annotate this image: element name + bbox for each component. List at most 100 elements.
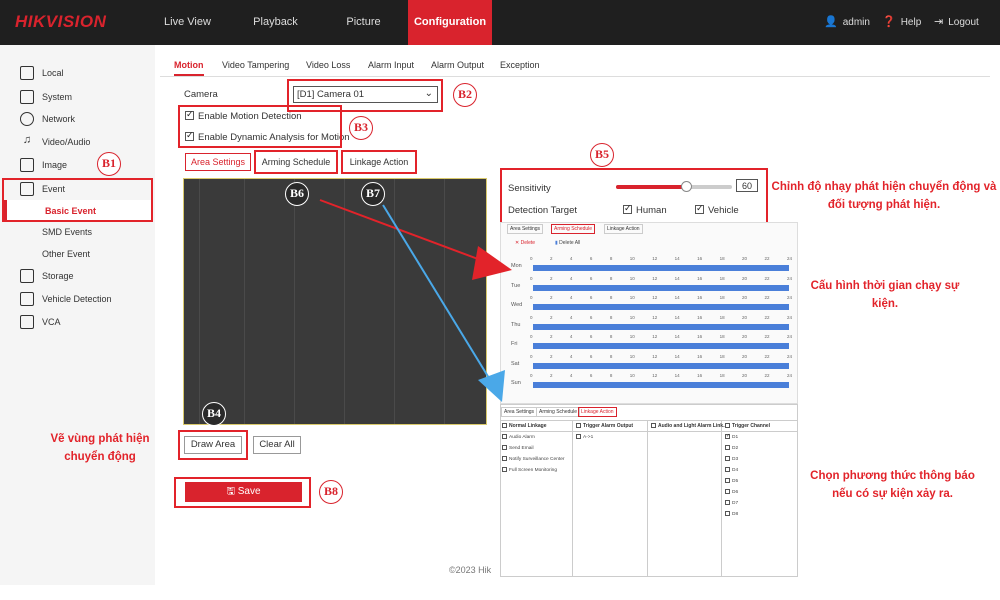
hour-tick: 2 [549,314,553,320]
hour-tick: 0 [530,314,533,320]
badge-b6: B6 [285,182,309,206]
sidebar-item-storage[interactable]: Storage [0,265,155,287]
nav-configuration[interactable]: Configuration [408,0,492,45]
sidebar-label: Local [42,68,64,78]
system-icon [20,90,34,104]
help-link[interactable]: ❓ Help [882,0,921,45]
vehicle-checkbox[interactable]: Vehicle [695,203,739,216]
tab-alarm-output[interactable]: Alarm Output [431,60,484,76]
mini-tab-area[interactable]: Area Settings [507,224,544,234]
sensitivity-slider[interactable] [616,181,732,192]
sidebar-item-vehicle-detection[interactable]: Vehicle Detection [0,288,155,310]
sidebar-item-vca[interactable]: VCA [0,311,155,333]
mini-tab-linkage[interactable]: Linkage Action [604,224,643,234]
trigger-channel-item[interactable]: D4 [725,467,738,473]
linkage-alarm-output-a1[interactable]: A->1 [576,434,593,440]
schedule-bar-thu[interactable] [533,323,789,330]
schedule-bar-fri[interactable] [533,343,789,349]
hour-tick: 14 [674,314,680,320]
tab-motion[interactable]: Motion [174,60,204,76]
trigger-channel-item[interactable]: D5 [725,478,738,484]
mini-tab-area-2[interactable]: Area Settings [501,407,538,417]
sidebar-item-system[interactable]: System [0,86,155,108]
sidebar-item-video-audio[interactable]: ♫ Video/Audio [0,131,155,153]
schedule-bar-sat[interactable] [533,362,789,369]
highlight-b1 [2,178,153,222]
trigger-channel-item[interactable]: D3 [725,456,738,462]
trigger-channel-item[interactable]: D6 [725,489,738,495]
hour-tick: 16 [697,314,703,320]
day-label: Fri [511,341,518,347]
day-label: Tue [511,282,521,289]
sidebar-item-other-event[interactable]: Other Event [0,243,155,265]
mini-tab-arming-2[interactable]: Arming Schedule [536,407,581,417]
user-menu[interactable]: 👤 admin [824,0,870,45]
badge-b1: B1 [97,152,121,176]
sensitivity-label: Sensitivity [508,183,551,194]
day-label: Mon [511,263,522,269]
linkage-audio-alarm[interactable]: Audio Alarm [502,434,535,440]
hour-tick: 4 [569,295,573,300]
mini-tab-arming[interactable]: Arming Schedule [551,224,596,234]
hour-ticks: 0 2 4 6 8 10 12 14 16 18 20 22 24 [530,354,792,359]
trash-icon: ▮ [555,240,558,246]
tab-area-settings[interactable]: Area Settings [185,153,251,171]
trigger-channel-item[interactable]: D2 [725,445,738,451]
annotation-b4: Vẽ vùng phát hiện chuyển động [50,433,150,463]
badge-b7: B7 [361,182,385,206]
hour-tick: 10 [629,353,635,359]
human-checkbox[interactable]: Human [623,203,667,216]
hour-tick: 4 [569,256,573,261]
sensitivity-knob[interactable] [680,181,692,192]
trigger-channel-item[interactable]: D7 [725,500,738,506]
schedule-bar-tue[interactable] [533,284,789,291]
vca-icon [20,315,34,329]
linkage-send-email[interactable]: Send Email [502,445,534,451]
delete-all-button[interactable]: ▮ Delete All [555,240,580,246]
schedule-bar-mon[interactable] [533,265,789,271]
trigger-channel-item[interactable]: D1 [725,433,738,440]
linkage-item-label: Audio Alarm [509,435,535,440]
sidebar-item-local[interactable]: Local [0,62,155,84]
logout-icon: ⇥ [934,16,944,28]
sensitivity-value[interactable]: 60 [736,179,758,192]
nav-live-view[interactable]: Live View [150,0,225,45]
hour-tick: 4 [569,353,573,359]
hour-tick: 16 [697,256,703,261]
checkbox-checked-icon [623,203,632,214]
hour-tick: 0 [530,256,533,261]
logout-link[interactable]: ⇥ Logout [934,0,979,45]
schedule-bar-sun[interactable] [533,382,789,388]
channel-label: D7 [732,501,739,506]
hour-ticks: 0 2 4 6 8 10 12 14 16 18 20 22 24 [530,373,792,378]
delete-button[interactable]: ✕ Delete [515,240,535,246]
checkbox-icon [502,456,507,461]
sidebar-item-network[interactable]: Network [0,108,155,130]
storage-icon [20,269,34,283]
tab-arming-schedule[interactable]: Arming Schedule [254,150,338,174]
hour-ticks: 0 2 4 6 8 10 12 14 16 18 20 22 24 [530,256,792,261]
checkbox-icon [725,445,730,450]
hour-tick: 0 [530,373,533,378]
tab-exception[interactable]: Exception [500,60,540,76]
schedule-bar-wed[interactable] [533,304,789,310]
tab-video-tampering[interactable]: Video Tampering [222,60,289,76]
hour-tick: 20 [742,256,748,261]
trigger-channel-item[interactable]: D8 [725,511,738,517]
mini-tab-linkage-2[interactable]: Linkage Action [578,407,617,417]
sidebar-item-image[interactable]: Image [0,154,155,176]
linkage-full-screen[interactable]: Full Screen Monitoring [502,467,557,473]
linkage-notify-center[interactable]: Notify Surveillance Center [502,456,564,462]
nav-picture[interactable]: Picture [326,0,401,45]
sidebar-item-smd-events[interactable]: SMD Events [0,221,155,243]
sidebar-label: VCA [42,317,61,327]
day-label: Thu [511,321,521,328]
badge-b8: B8 [319,480,343,504]
tab-video-loss[interactable]: Video Loss [306,60,350,76]
motion-area-canvas[interactable] [183,178,487,425]
tab-linkage-action[interactable]: Linkage Action [341,150,417,174]
nav-playback[interactable]: Playback [238,0,313,45]
hour-tick: 12 [652,334,658,339]
tab-alarm-input[interactable]: Alarm Input [368,60,414,76]
clear-all-button[interactable]: Clear All [253,436,301,454]
